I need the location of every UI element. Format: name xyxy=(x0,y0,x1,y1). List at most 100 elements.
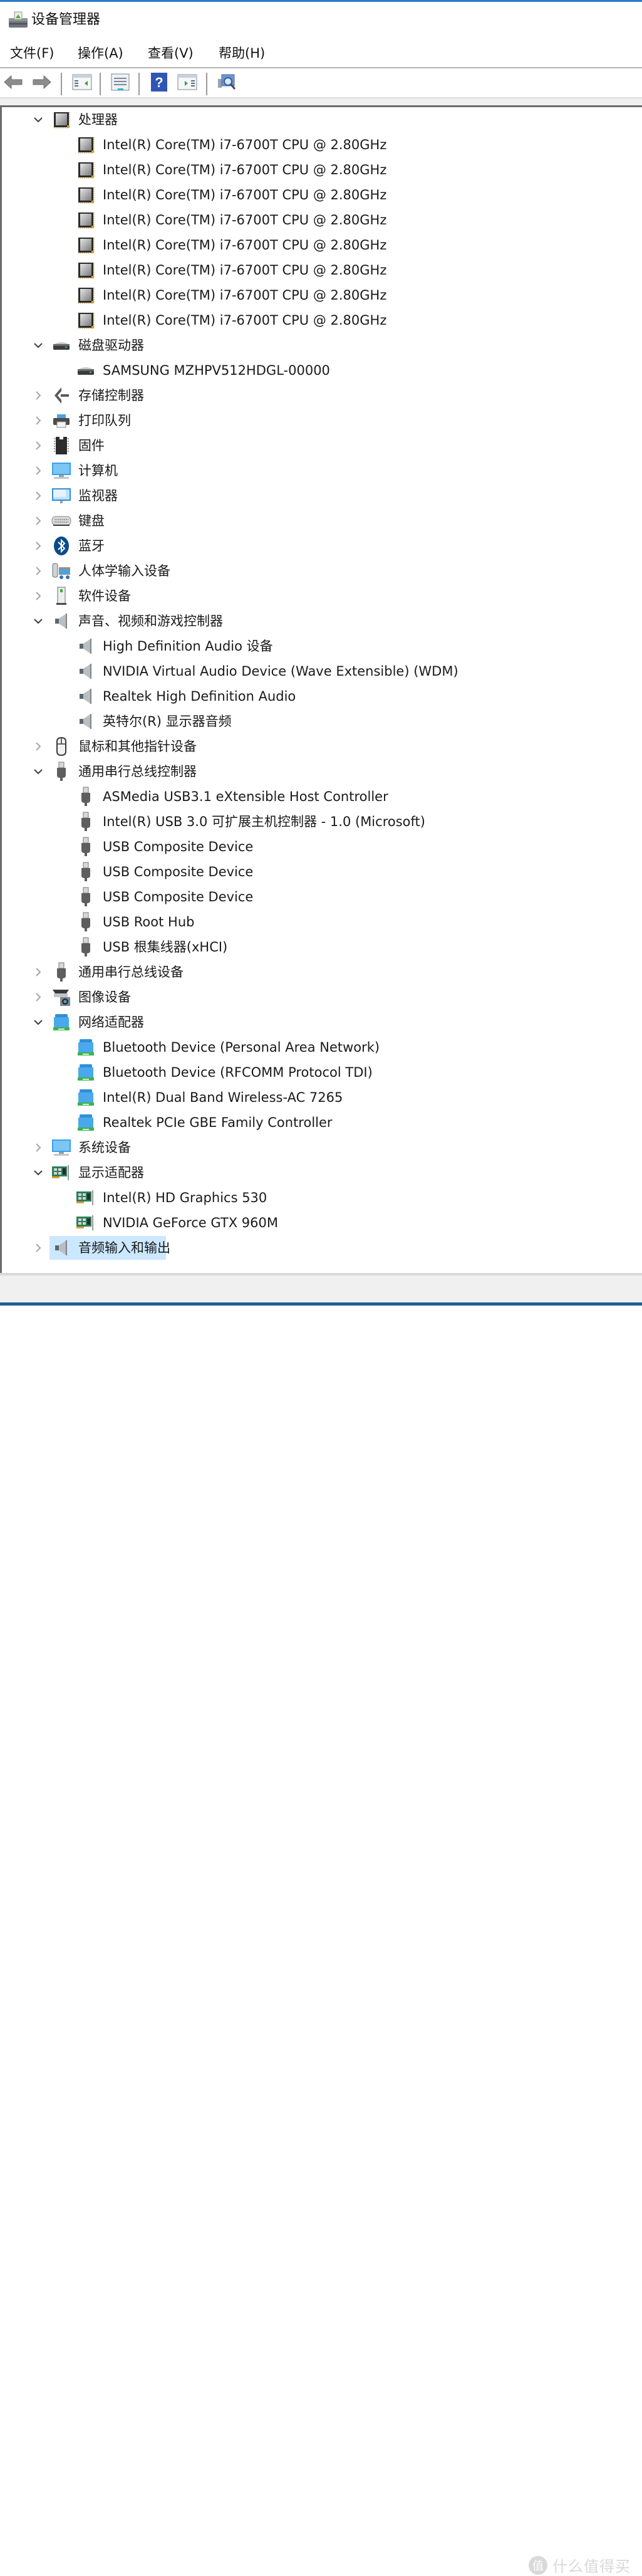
tree-category[interactable]: 图像设备 xyxy=(2,985,641,1010)
toolbar-separator xyxy=(100,73,101,95)
tree-device-item[interactable]: USB Composite Device xyxy=(2,834,641,859)
tree-category[interactable]: 计算机 xyxy=(2,458,641,483)
mouse-icon xyxy=(51,736,71,757)
tree-category[interactable]: 存储控制器 xyxy=(2,383,641,408)
tree-category[interactable]: 声音、视频和游戏控制器 xyxy=(2,609,641,634)
menu-view[interactable]: 查看(V) xyxy=(148,45,194,62)
tree-device-item[interactable]: Intel(R) Core(TM) i7-6700T CPU @ 2.80GHz xyxy=(2,157,641,182)
tree-category[interactable]: 处理器 xyxy=(2,107,641,132)
tree-device-item[interactable]: Realtek High Definition Audio xyxy=(2,684,641,709)
chevron-right-icon[interactable] xyxy=(32,508,44,533)
tree-category[interactable]: 键盘 xyxy=(2,508,641,533)
tree-device-item[interactable]: Bluetooth Device (Personal Area Network) xyxy=(2,1035,641,1060)
forward-button[interactable] xyxy=(32,73,52,93)
tree-device-item[interactable]: SAMSUNG MZHPV512HDGL-00000 xyxy=(2,358,641,383)
tree-device-item[interactable]: 英特尔(R) 显示器音频 xyxy=(2,709,641,734)
chevron-down-icon[interactable] xyxy=(32,1160,44,1185)
chevron-right-icon[interactable] xyxy=(32,1135,44,1160)
chevron-right-icon[interactable] xyxy=(32,985,44,1010)
tree-device-item[interactable]: NVIDIA Virtual Audio Device (Wave Extens… xyxy=(2,659,641,684)
usb-icon xyxy=(76,837,96,857)
tree-device-item[interactable]: ASMedia USB3.1 eXtensible Host Controlle… xyxy=(2,784,641,809)
tree-device-item[interactable]: Intel(R) Dual Band Wireless-AC 7265 xyxy=(2,1085,641,1110)
properties-button[interactable] xyxy=(110,73,130,93)
keyboard-icon xyxy=(51,511,71,531)
tree-device-item[interactable]: Intel(R) Core(TM) i7-6700T CPU @ 2.80GHz xyxy=(2,308,641,333)
tree-category[interactable]: 显示适配器 xyxy=(2,1160,641,1185)
chevron-down-icon[interactable] xyxy=(32,333,44,358)
chevron-down-icon[interactable] xyxy=(32,609,44,634)
chevron-right-icon[interactable] xyxy=(32,458,44,483)
tree-device-item[interactable]: NVIDIA GeForce GTX 960M xyxy=(2,1210,641,1235)
tree-category[interactable]: 监视器 xyxy=(2,483,641,508)
chevron-down-icon[interactable] xyxy=(32,759,44,784)
network-icon xyxy=(76,1087,96,1107)
tree-item-label: 音频输入和输出 xyxy=(78,1240,170,1255)
chevron-right-icon[interactable] xyxy=(32,558,44,584)
tree-device-item[interactable]: Intel(R) Core(TM) i7-6700T CPU @ 2.80GHz xyxy=(2,182,641,207)
tree-category[interactable]: 网络适配器 xyxy=(2,1010,641,1035)
console-tree-icon xyxy=(72,73,92,93)
tree-device-item[interactable]: USB Composite Device xyxy=(2,859,641,884)
speaker-icon xyxy=(51,611,71,631)
menu-action[interactable]: 操作(A) xyxy=(78,45,123,62)
display-adapter-icon xyxy=(76,1188,96,1208)
tree-item-label: ASMedia USB3.1 eXtensible Host Controlle… xyxy=(103,789,388,804)
tree-device-item[interactable]: Realtek PCIe GBE Family Controller xyxy=(2,1110,641,1135)
show-hide-console-tree-button[interactable] xyxy=(72,73,92,93)
back-button[interactable] xyxy=(3,73,23,93)
window-bottom-border xyxy=(0,1302,642,1306)
tree-category[interactable]: 通用串行总线控制器 xyxy=(2,759,641,784)
tree-category[interactable]: 磁盘驱动器 xyxy=(2,333,641,358)
tree-device-item[interactable]: Intel(R) Core(TM) i7-6700T CPU @ 2.80GHz xyxy=(2,233,641,258)
chevron-right-icon[interactable] xyxy=(32,408,44,433)
tree-device-item[interactable]: Intel(R) HD Graphics 530 xyxy=(2,1185,641,1210)
tree-device-item[interactable]: USB Composite Device xyxy=(2,884,641,909)
arrow-right-icon xyxy=(32,74,52,93)
chevron-right-icon[interactable] xyxy=(32,584,44,609)
scan-hardware-changes-button[interactable] xyxy=(217,73,237,93)
menu-help[interactable]: 帮助(H) xyxy=(219,45,265,62)
action-pane-icon xyxy=(177,73,197,93)
chevron-right-icon[interactable] xyxy=(32,734,44,759)
chevron-right-icon[interactable] xyxy=(32,483,44,508)
tree-device-item[interactable]: USB 根集线器(xHCI) xyxy=(2,935,641,960)
tree-device-item[interactable]: Bluetooth Device (RFCOMM Protocol TDI) xyxy=(2,1060,641,1085)
tree-category[interactable]: 鼠标和其他指针设备 xyxy=(2,734,641,759)
tree-device-item[interactable]: Intel(R) Core(TM) i7-6700T CPU @ 2.80GHz xyxy=(2,132,641,157)
tree-category[interactable]: 人体学输入设备 xyxy=(2,558,641,584)
tree-device-item[interactable]: High Definition Audio 设备 xyxy=(2,634,641,659)
tree-item-label: 图像设备 xyxy=(78,990,131,1005)
disk-icon xyxy=(51,335,71,355)
help-button[interactable]: ? xyxy=(149,73,169,93)
show-hide-action-pane-button[interactable] xyxy=(177,73,197,93)
tree-device-item[interactable]: Intel(R) Core(TM) i7-6700T CPU @ 2.80GHz xyxy=(2,207,641,233)
chevron-right-icon[interactable] xyxy=(32,1235,44,1260)
tree-category[interactable]: 通用串行总线设备 xyxy=(2,960,641,985)
tree-device-item[interactable]: Intel(R) Core(TM) i7-6700T CPU @ 2.80GHz xyxy=(2,283,641,308)
chevron-down-icon[interactable] xyxy=(32,1010,44,1035)
tree-item-label: Intel(R) Core(TM) i7-6700T CPU @ 2.80GHz xyxy=(103,288,387,303)
speaker-icon xyxy=(76,636,96,656)
tree-category[interactable]: 蓝牙 xyxy=(2,533,641,558)
menu-file[interactable]: 文件(F) xyxy=(10,45,54,62)
tree-device-item[interactable]: Intel(R) USB 3.0 可扩展主机控制器 - 1.0 (Microso… xyxy=(2,809,641,834)
tree-item-label: Intel(R) Core(TM) i7-6700T CPU @ 2.80GHz xyxy=(103,263,387,278)
tree-category[interactable]: 系统设备 xyxy=(2,1135,641,1160)
tree-category[interactable]: 固件 xyxy=(2,433,641,458)
chevron-down-icon[interactable] xyxy=(32,107,44,132)
tree-device-item[interactable]: Intel(R) Core(TM) i7-6700T CPU @ 2.80GHz xyxy=(2,258,641,283)
tree-device-item[interactable]: USB Root Hub xyxy=(2,909,641,935)
speaker-icon xyxy=(76,686,96,706)
tree-category[interactable]: 打印队列 xyxy=(2,408,641,433)
chevron-right-icon[interactable] xyxy=(32,433,44,458)
device-tree[interactable]: 处理器 Intel(R) Core(TM) i7-6700T CPU @ 2.80… xyxy=(0,107,642,1273)
tree-item-label: USB Composite Device xyxy=(103,889,254,904)
tree-category[interactable]: 软件设备 xyxy=(2,584,641,609)
chevron-right-icon[interactable] xyxy=(32,533,44,558)
tree-item-label: 固件 xyxy=(78,438,105,453)
chevron-right-icon[interactable] xyxy=(32,960,44,985)
chevron-right-icon[interactable] xyxy=(32,383,44,408)
tree-category[interactable]: 音频输入和输出 xyxy=(2,1235,641,1260)
speaker-icon xyxy=(76,661,96,681)
